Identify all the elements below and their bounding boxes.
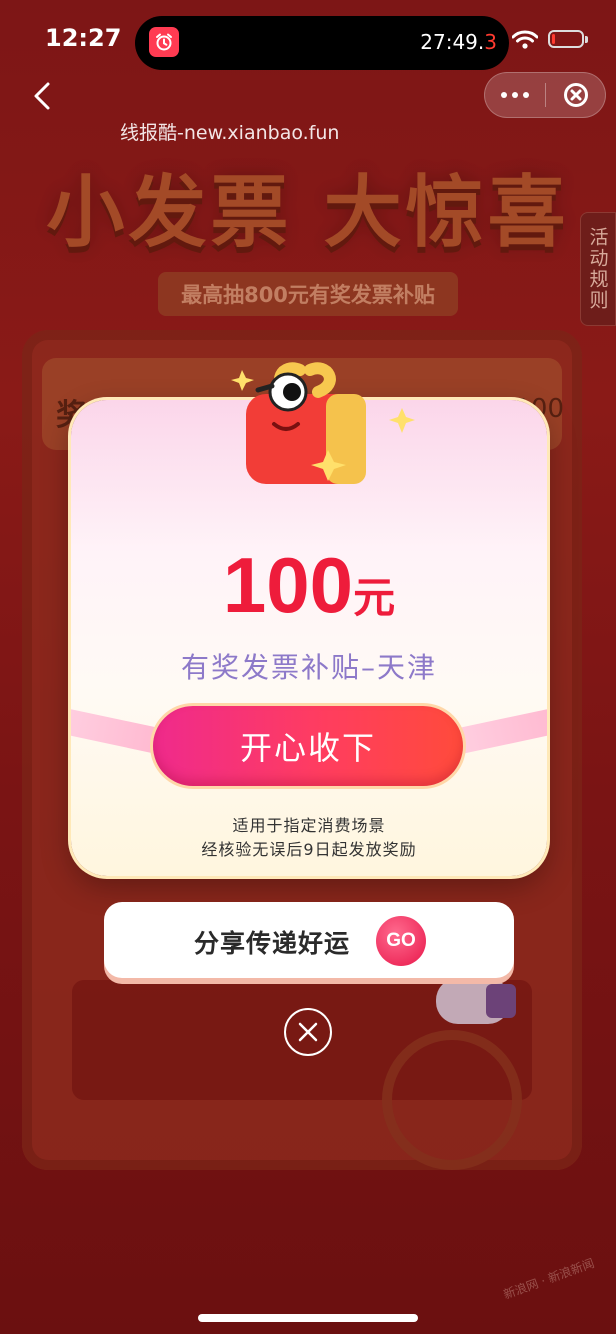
wifi-icon: [511, 30, 539, 54]
close-miniprogram-button[interactable]: [546, 73, 606, 117]
usage-note: 适用于指定消费场景: [232, 816, 386, 835]
dynamic-island: 27:49.3: [135, 16, 509, 70]
miniprogram-capsule: [484, 72, 606, 118]
gift-mascot-icon: [230, 352, 420, 492]
amount-unit: 元: [353, 573, 396, 622]
status-time: 12:27: [45, 24, 122, 52]
machine-dial: [382, 1030, 522, 1170]
pointing-hand-icon: [436, 978, 516, 1024]
timer-readout: 27:49.3: [420, 30, 497, 54]
battery-icon: [548, 30, 588, 48]
rules-tab[interactable]: 活动规则: [580, 212, 616, 326]
back-button[interactable]: [26, 76, 62, 116]
prize-amount-display: 100元: [71, 540, 547, 631]
close-modal-button[interactable]: [284, 1008, 332, 1056]
home-indicator[interactable]: [198, 1314, 418, 1322]
close-icon: [298, 1022, 318, 1042]
amount-number: 100: [222, 541, 354, 629]
bg-subline: 最高抽800元有奖发票补贴: [158, 272, 458, 316]
battery-level: [552, 34, 555, 44]
more-button[interactable]: [485, 73, 545, 117]
chevron-left-icon: [34, 82, 50, 110]
go-badge: GO: [376, 916, 426, 966]
payout-note: 经核验无误后9日起发放奖励: [201, 840, 417, 859]
close-circle-icon: [564, 83, 588, 107]
share-label: 分享传递好运: [194, 929, 351, 958]
timer-red-digit: 3: [484, 30, 497, 54]
accept-button[interactable]: 开心收下: [153, 706, 463, 786]
bg-headline: 小发票 大惊喜: [46, 167, 570, 258]
prize-name: 有奖发票补贴–天津: [180, 651, 437, 684]
timer-main: 27:49.: [420, 30, 485, 54]
more-dots-icon: [501, 92, 529, 98]
alarm-clock-icon: [149, 27, 179, 57]
share-button[interactable]: 分享传递好运 GO: [104, 902, 514, 978]
source-watermark: 线报酷-new.xianbao.fun: [120, 122, 340, 144]
